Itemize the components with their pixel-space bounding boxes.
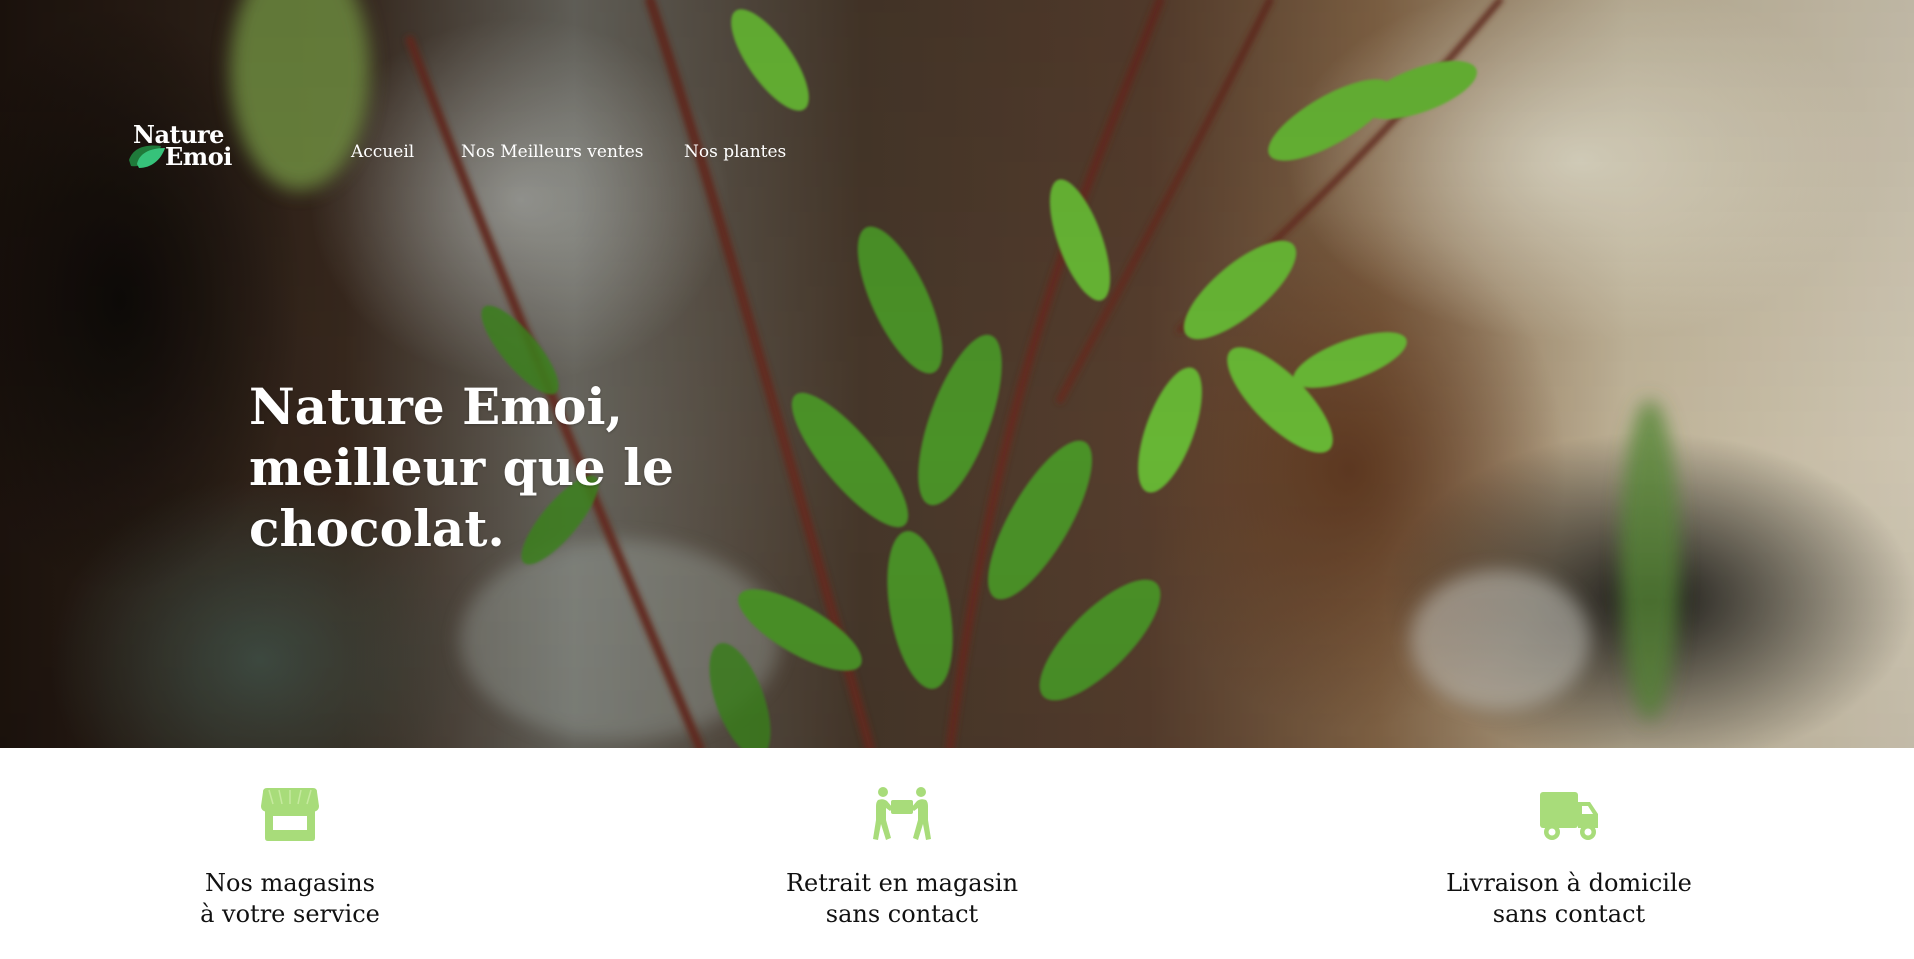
site-logo[interactable]: Nature Emoi bbox=[127, 122, 267, 174]
hero-section: Nature Emoi Accueil Nos Meilleurs ventes… bbox=[0, 0, 1914, 748]
feature-label-line1: Retrait en magasin bbox=[785, 869, 1019, 897]
logo-text-line2: Emoi bbox=[165, 142, 232, 171]
feature-label-line1: Nos magasins bbox=[205, 869, 375, 897]
hero-headline: Nature Emoi, meilleur que le chocolat. bbox=[249, 377, 674, 558]
delivery-truck-icon bbox=[1540, 792, 1598, 840]
nav-link-accueil[interactable]: Accueil bbox=[351, 142, 414, 162]
feature-label-line2: à votre service bbox=[200, 900, 380, 928]
feature-label: Nos magasins à votre service bbox=[90, 868, 490, 930]
feature-label-line2: sans contact bbox=[825, 900, 979, 928]
store-icon bbox=[261, 788, 319, 841]
feature-label-line2: sans contact bbox=[1492, 900, 1646, 928]
people-carrying-box-icon bbox=[873, 787, 931, 840]
nav-link-plantes[interactable]: Nos plantes bbox=[684, 142, 786, 162]
features-section: Nos magasins à votre service Retrait en … bbox=[0, 748, 1914, 959]
hero-overlay bbox=[0, 0, 1914, 748]
nav-link-meilleurs-ventes[interactable]: Nos Meilleurs ventes bbox=[461, 142, 644, 162]
feature-label: Livraison à domicile sans contact bbox=[1369, 868, 1769, 930]
feature-label-line1: Livraison à domicile bbox=[1446, 869, 1692, 897]
feature-label: Retrait en magasin sans contact bbox=[702, 868, 1102, 930]
